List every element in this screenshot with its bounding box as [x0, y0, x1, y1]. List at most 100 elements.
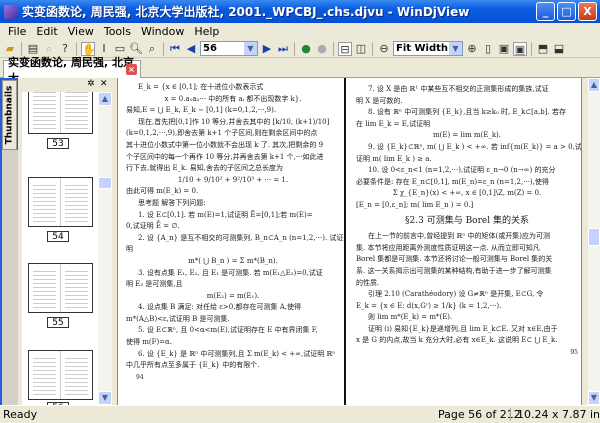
page-border: [581, 78, 588, 405]
thumbnail-label: 54: [47, 231, 69, 242]
document-scrollbar[interactable]: ▲ ▼: [588, 78, 600, 405]
fit-page-icon[interactable]: ▣: [497, 42, 511, 56]
thumbnails-tab[interactable]: Thumbnails: [2, 80, 17, 150]
rotate-left-icon[interactable]: ⬒: [536, 42, 550, 56]
window-title: 实变函数论, 周民强, 北京大学出版社, 2001._WPCBJ_.chs.dj…: [22, 5, 470, 19]
menu-help[interactable]: Help: [189, 25, 224, 38]
facing-icon[interactable]: ◫: [354, 42, 368, 56]
text-line: [E_n = [0,ε_n]; m( lim E_n ) = 0.]: [356, 200, 474, 209]
text-line: m(E) = lim m(E_k).: [432, 131, 502, 140]
text-line: 明 X 是可数的.: [356, 96, 403, 105]
page-number-combo[interactable]: 56 ▼: [200, 41, 258, 56]
thumbnails-tab-label: Thumbnails: [4, 85, 15, 145]
menu-window[interactable]: Window: [136, 25, 189, 38]
status-text: Ready: [3, 408, 38, 421]
gear-icon[interactable]: ✲: [87, 79, 95, 89]
title-bar: 实变函数论, 周民强, 北京大学出版社, 2001._WPCBJ_.chs.dj…: [0, 0, 600, 23]
separator: [531, 41, 532, 56]
page-gutter: [344, 78, 346, 405]
text-line: 1/10 + 9/10² + 9²/10³ + ··· = 1.: [177, 175, 289, 184]
text-line: 5. 设 E⊂ℝⁿ, 且 0<α<m(E),试证明存在 E 中有界闭集 F,: [138, 326, 318, 335]
thumbnails-panel: ✲ ✕ 53 54 55 56 ▲ ▼: [18, 78, 114, 405]
text-line: 8. 设有 ℝⁿ 中可测集列 {E_k},且当 k≥k₀ 时, E_k⊂[a,b…: [368, 108, 566, 117]
text-line: Borel 集都是可测集. 本节还将讨论一般可测集与 Borel 集的关: [356, 255, 553, 264]
text-line: 1. 设 E⊂[0,1]. 若 m(E)=1,试证明 Ē=[0,1];若 m(E…: [138, 210, 313, 219]
text-line: 6. 设 {E_k} 是 ℝⁿ 中可测集列,且 Σ m(E_k) < +∞,试证…: [138, 349, 336, 358]
text-line: 易知,E = ⋃ E_k, E_k ∼ [0,1] (k=0,1,2,···,9…: [126, 106, 277, 115]
text-line: 的性质.: [356, 278, 380, 287]
prev-page-icon[interactable]: ◀: [184, 42, 198, 56]
text-line: 现在,首先把[0,1]作 10 等分,并舍去其中的 [k/10, (k+1)/1…: [138, 117, 330, 126]
scroll-down-icon[interactable]: ▼: [588, 391, 600, 405]
text-line: x 是 G 的内点,故当 k 充分大时,必有 x∈E_k. 这说明 E⊂ ⋃ E…: [356, 336, 558, 345]
menu-tools[interactable]: Tools: [99, 25, 136, 38]
status-bar: Ready Page 56 of 212 10.24 x 7.87 in: [0, 405, 600, 423]
separator: [163, 41, 164, 56]
text-line: 证明 m( lim E_k ) ≥ a.: [356, 154, 432, 163]
thumbnail-page-55[interactable]: [28, 263, 93, 313]
document-tab[interactable]: 实变函数论, 周民强, 北京大... ×: [3, 56, 141, 85]
last-page-icon[interactable]: ⏭: [276, 42, 290, 56]
separator: [333, 41, 334, 56]
text-line: 由此可得 m(E_k) = 0.: [126, 187, 199, 196]
zoom-rect-icon[interactable]: ⌕: [145, 42, 159, 56]
close-panel-icon[interactable]: ✕: [100, 79, 108, 89]
text-line: 2. 设 {A_n} 是互不相交的可测集列, B_n⊂A_n (n=1,2,··…: [138, 233, 344, 242]
menu-view[interactable]: View: [63, 25, 99, 38]
separator: [294, 41, 295, 56]
text-line: 0,试证明 E̊ = ∅.: [126, 222, 180, 231]
back-icon[interactable]: ●: [299, 42, 313, 56]
next-page-icon[interactable]: ▶: [260, 42, 274, 56]
first-page-icon[interactable]: ⏮: [168, 42, 182, 56]
forward-icon[interactable]: ●: [315, 42, 329, 56]
text-line: 中几乎所有点至多属于 {E_k} 中的有限个.: [126, 361, 260, 370]
menu-file[interactable]: File: [3, 25, 31, 38]
text-line: 明: [126, 245, 133, 254]
text-line: m*(A△B)<ε,试证明 B 是可测集.: [126, 314, 230, 323]
text-line: §2.3 可测集与 Borel 集的关系: [405, 215, 529, 226]
thumbnail-page-56[interactable]: [28, 350, 93, 400]
actual-size-icon[interactable]: ▯: [481, 42, 495, 56]
zoom-combo[interactable]: Fit Width ▼: [393, 41, 463, 56]
text-line: 在 lim E_k = E,试证明: [356, 119, 431, 128]
page-95: 7. 设 X 是由 ℝ¹ 中某些互不相交的正测集形成的集族,试证明 X 是可数的…: [356, 84, 582, 359]
separator: [372, 41, 373, 56]
thumbnail-page-53[interactable]: [28, 92, 93, 134]
close-tab-icon[interactable]: ×: [126, 64, 137, 75]
scroll-thumb[interactable]: [588, 228, 600, 246]
page-number-value: 56: [203, 43, 217, 54]
zoom-in-icon[interactable]: ⊕: [465, 42, 479, 56]
sidebar-tab-strip: Thumbnails: [0, 78, 18, 405]
text-line: m*( ⋃ B_n ) = Σ m*(B_n).: [188, 256, 278, 265]
text-line: 行下去,就得出 E_k. 易知,舍去的子区间之总长度为: [126, 164, 283, 173]
scroll-up-icon[interactable]: ▲: [98, 92, 112, 106]
rotate-right-icon[interactable]: ⬓: [552, 42, 566, 56]
text-line: m(E₂) = m(E₁).: [206, 291, 260, 300]
thumbnail-label: 55: [47, 317, 69, 328]
text-line: 引理 2.10 (Carathéodory) 设 G≠ℝⁿ 是开集, E⊂G, …: [368, 290, 544, 299]
text-line: 9. 设 {E_k}⊂ℝⁿ, m( ⋃ E_k ) < +∞. 若 inf{m(…: [368, 142, 582, 151]
zoom-value: Fit Width: [396, 43, 449, 54]
menu-edit[interactable]: Edit: [31, 25, 62, 38]
thumbnail-scrollbar[interactable]: ▲ ▼: [98, 92, 112, 405]
text-line: x = 0.a₁a₂··· 中的所有 aᵢ 都不出现数字 k}.: [164, 94, 302, 103]
minimize-button[interactable]: _: [536, 2, 555, 21]
maximize-button[interactable]: □: [557, 2, 576, 21]
text-line: 则 lim m*(E_k) = m*(E).: [368, 313, 453, 322]
document-tab-bar: 实变函数论, 周民强, 北京大... ×: [0, 56, 600, 85]
continuous-icon[interactable]: ⊟: [338, 41, 352, 56]
thumbnail-page-54[interactable]: [28, 177, 93, 227]
text-line: 4. 设点集 B 满足: 对任给 ε>0,都存在可测集 A,使得: [138, 303, 301, 312]
fit-width-icon[interactable]: ▣: [513, 41, 527, 56]
text-line: 系. 这一关系揭示出可测集的某种结构,有助于进一步了解可测集: [356, 266, 552, 275]
app-icon: [4, 4, 18, 19]
chevron-down-icon[interactable]: ▼: [449, 42, 462, 55]
page-number: 94: [136, 373, 144, 381]
chevron-down-icon[interactable]: ▼: [244, 42, 257, 55]
close-button[interactable]: X: [578, 2, 597, 21]
zoom-out-icon[interactable]: ⊖: [377, 42, 391, 56]
scroll-thumb[interactable]: [98, 177, 112, 189]
scroll-down-icon[interactable]: ▼: [98, 391, 112, 405]
scroll-up-icon[interactable]: ▲: [588, 78, 600, 92]
text-line: 3. 设有点集 E₁, E₂, 且 E₁ 是可测集. 若 m(E₁△E₂)=0,…: [138, 268, 323, 277]
